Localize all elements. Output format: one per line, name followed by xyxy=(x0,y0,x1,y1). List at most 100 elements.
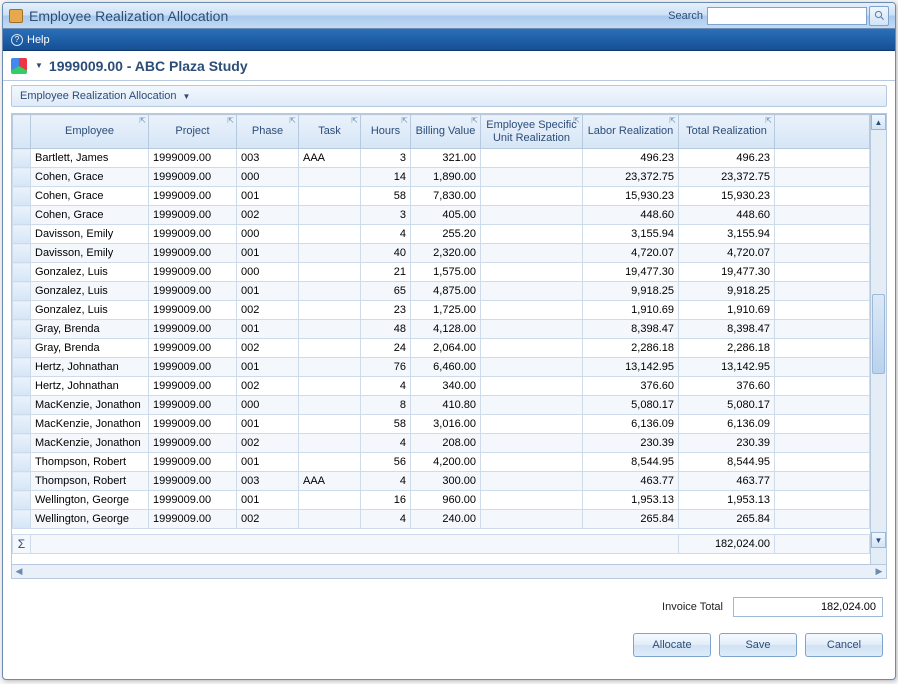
cell-labor[interactable]: 463.77 xyxy=(583,472,679,491)
cell-hours[interactable]: 76 xyxy=(361,358,411,377)
cell-project[interactable]: 1999009.00 xyxy=(149,301,237,320)
cell-phase[interactable]: 002 xyxy=(237,301,299,320)
chevron-down-icon[interactable]: ▼ xyxy=(35,61,43,70)
cell-task[interactable] xyxy=(299,510,361,529)
cell-esur[interactable] xyxy=(481,491,583,510)
cell-employee[interactable]: Gonzalez, Luis xyxy=(31,263,149,282)
cell-employee[interactable]: Davisson, Emily xyxy=(31,244,149,263)
cell-task[interactable] xyxy=(299,187,361,206)
cell-hours[interactable]: 3 xyxy=(361,206,411,225)
cell-total[interactable]: 5,080.17 xyxy=(679,396,775,415)
scroll-down-button[interactable]: ▼ xyxy=(871,532,886,548)
table-row[interactable]: Gray, Brenda1999009.00002242,064.002,286… xyxy=(13,339,870,358)
cell-total[interactable]: 8,544.95 xyxy=(679,453,775,472)
cell-task[interactable] xyxy=(299,263,361,282)
pushpin-icon[interactable]: ⇱ xyxy=(351,117,358,126)
cell-esur[interactable] xyxy=(481,244,583,263)
help-link[interactable]: Help xyxy=(27,34,50,46)
cell-esur[interactable] xyxy=(481,415,583,434)
row-marker[interactable] xyxy=(13,472,31,491)
cell-employee[interactable]: Bartlett, James xyxy=(31,149,149,168)
cell-phase[interactable]: 002 xyxy=(237,339,299,358)
cell-project[interactable]: 1999009.00 xyxy=(149,358,237,377)
cell-task[interactable] xyxy=(299,453,361,472)
cell-phase[interactable]: 000 xyxy=(237,168,299,187)
cell-hours[interactable]: 3 xyxy=(361,149,411,168)
cell-total[interactable]: 2,286.18 xyxy=(679,339,775,358)
cell-esur[interactable] xyxy=(481,149,583,168)
cell-task[interactable] xyxy=(299,244,361,263)
cell-employee[interactable]: MacKenzie, Jonathon xyxy=(31,434,149,453)
cell-task[interactable] xyxy=(299,377,361,396)
cell-labor[interactable]: 3,155.94 xyxy=(583,225,679,244)
cell-hours[interactable]: 48 xyxy=(361,320,411,339)
cell-total[interactable]: 19,477.30 xyxy=(679,263,775,282)
cell-phase[interactable]: 001 xyxy=(237,415,299,434)
cell-employee[interactable]: Cohen, Grace xyxy=(31,187,149,206)
table-row[interactable]: Davisson, Emily1999009.000004255.203,155… xyxy=(13,225,870,244)
row-marker[interactable] xyxy=(13,358,31,377)
cell-project[interactable]: 1999009.00 xyxy=(149,263,237,282)
cell-employee[interactable]: Cohen, Grace xyxy=(31,206,149,225)
document-icon[interactable] xyxy=(11,58,27,74)
row-marker[interactable] xyxy=(13,187,31,206)
row-marker[interactable] xyxy=(13,168,31,187)
table-row[interactable]: Thompson, Robert1999009.00003AAA4300.004… xyxy=(13,472,870,491)
cell-billing[interactable]: 2,064.00 xyxy=(411,339,481,358)
cell-esur[interactable] xyxy=(481,225,583,244)
cell-project[interactable]: 1999009.00 xyxy=(149,320,237,339)
cell-total[interactable]: 376.60 xyxy=(679,377,775,396)
cell-esur[interactable] xyxy=(481,510,583,529)
column-header-labor[interactable]: Labor Realization⇱ xyxy=(583,115,679,149)
row-marker[interactable] xyxy=(13,510,31,529)
cell-phase[interactable]: 001 xyxy=(237,491,299,510)
cell-billing[interactable]: 960.00 xyxy=(411,491,481,510)
cell-employee[interactable]: MacKenzie, Jonathon xyxy=(31,396,149,415)
table-row[interactable]: Gray, Brenda1999009.00001484,128.008,398… xyxy=(13,320,870,339)
cell-billing[interactable]: 1,725.00 xyxy=(411,301,481,320)
table-row[interactable]: Gonzalez, Luis1999009.00000211,575.0019,… xyxy=(13,263,870,282)
cell-total[interactable]: 23,372.75 xyxy=(679,168,775,187)
cell-labor[interactable]: 1,953.13 xyxy=(583,491,679,510)
table-row[interactable]: Gonzalez, Luis1999009.00001654,875.009,9… xyxy=(13,282,870,301)
cell-labor[interactable]: 19,477.30 xyxy=(583,263,679,282)
cell-hours[interactable]: 58 xyxy=(361,187,411,206)
cell-project[interactable]: 1999009.00 xyxy=(149,149,237,168)
table-row[interactable]: MacKenzie, Jonathon1999009.000024208.002… xyxy=(13,434,870,453)
cell-total[interactable]: 496.23 xyxy=(679,149,775,168)
cell-total[interactable]: 8,398.47 xyxy=(679,320,775,339)
cell-task[interactable] xyxy=(299,225,361,244)
cell-labor[interactable]: 23,372.75 xyxy=(583,168,679,187)
cell-employee[interactable]: Hertz, Johnathan xyxy=(31,377,149,396)
cell-esur[interactable] xyxy=(481,301,583,320)
cell-labor[interactable]: 265.84 xyxy=(583,510,679,529)
cell-labor[interactable]: 8,544.95 xyxy=(583,453,679,472)
cell-labor[interactable]: 448.60 xyxy=(583,206,679,225)
cell-hours[interactable]: 8 xyxy=(361,396,411,415)
cell-labor[interactable]: 2,286.18 xyxy=(583,339,679,358)
cell-project[interactable]: 1999009.00 xyxy=(149,510,237,529)
cell-labor[interactable]: 8,398.47 xyxy=(583,320,679,339)
cell-phase[interactable]: 002 xyxy=(237,434,299,453)
cell-billing[interactable]: 321.00 xyxy=(411,149,481,168)
cell-task[interactable] xyxy=(299,396,361,415)
cell-project[interactable]: 1999009.00 xyxy=(149,282,237,301)
cell-billing[interactable]: 4,200.00 xyxy=(411,453,481,472)
cell-total[interactable]: 1,953.13 xyxy=(679,491,775,510)
cell-esur[interactable] xyxy=(481,358,583,377)
cell-esur[interactable] xyxy=(481,206,583,225)
row-marker[interactable] xyxy=(13,396,31,415)
cell-esur[interactable] xyxy=(481,377,583,396)
table-row[interactable]: Davisson, Emily1999009.00001402,320.004,… xyxy=(13,244,870,263)
cell-labor[interactable]: 496.23 xyxy=(583,149,679,168)
cell-labor[interactable]: 230.39 xyxy=(583,434,679,453)
cell-total[interactable]: 13,142.95 xyxy=(679,358,775,377)
cell-billing[interactable]: 6,460.00 xyxy=(411,358,481,377)
column-header-marker[interactable] xyxy=(13,115,31,149)
cell-hours[interactable]: 23 xyxy=(361,301,411,320)
cell-project[interactable]: 1999009.00 xyxy=(149,244,237,263)
cell-total[interactable]: 3,155.94 xyxy=(679,225,775,244)
cell-billing[interactable]: 255.20 xyxy=(411,225,481,244)
cell-task[interactable] xyxy=(299,358,361,377)
cell-esur[interactable] xyxy=(481,339,583,358)
